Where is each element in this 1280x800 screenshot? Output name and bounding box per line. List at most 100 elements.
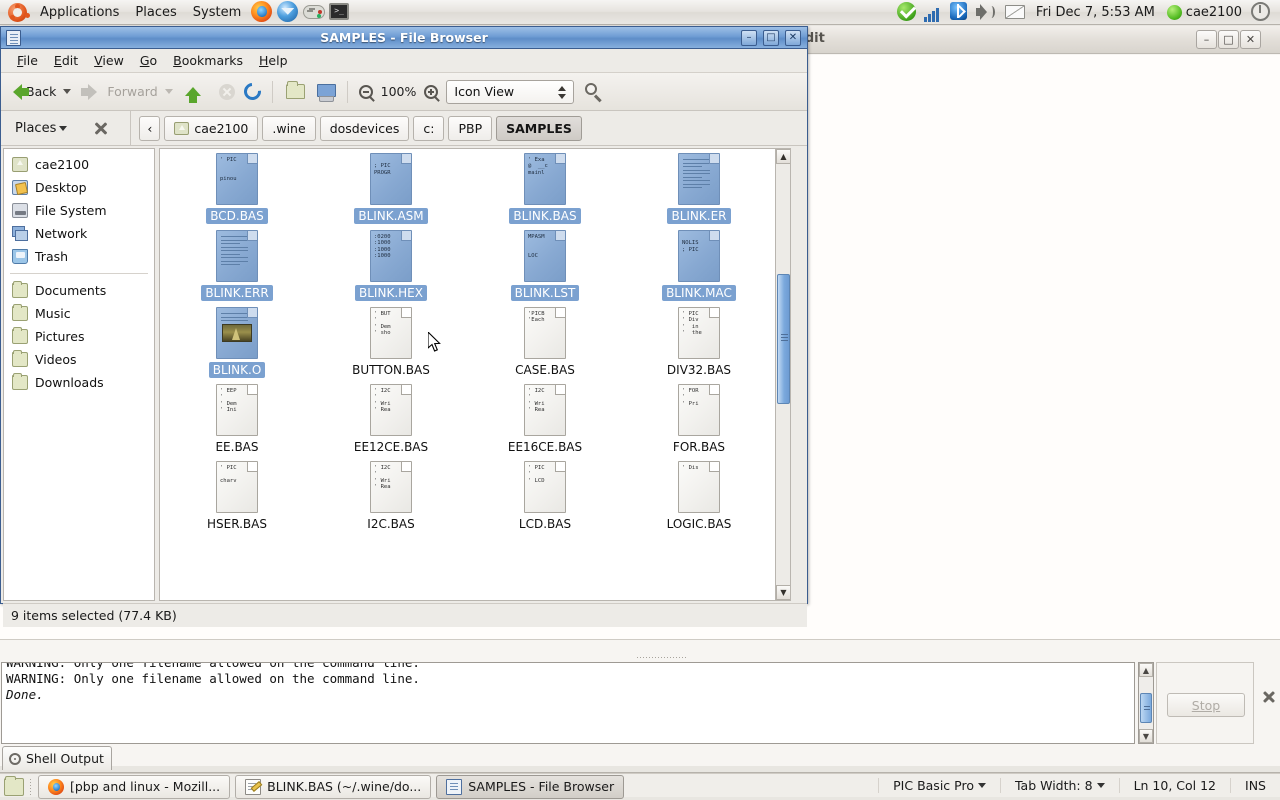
menu-go[interactable]: Go xyxy=(132,51,165,70)
network-signal-icon[interactable] xyxy=(922,1,944,23)
zoom-in-icon[interactable] xyxy=(424,84,439,99)
sidebar-item-cae2100[interactable]: cae2100 xyxy=(4,153,154,176)
shell-output-text[interactable]: WARNING: Only one filename allowed on th… xyxy=(1,662,1135,744)
back-button[interactable]: Back xyxy=(9,81,75,103)
file-item[interactable]: ' EEP ' ' Dem ' Ini EE.BAS xyxy=(160,382,314,459)
breadcrumb-dosdevices[interactable]: dosdevices xyxy=(319,115,410,141)
sidebar-item-file-system[interactable]: File System xyxy=(4,199,154,222)
file-item[interactable]: 'PICB 'Each CASE.BAS xyxy=(468,305,622,382)
username-label[interactable]: cae2100 xyxy=(1182,5,1248,20)
user-status-icon[interactable] xyxy=(1166,4,1182,20)
file-item[interactable]: MPASM LOC BLINK.LST xyxy=(468,228,622,305)
file-item[interactable]: ' Exa @ __c mainl BLINK.BAS xyxy=(468,151,622,228)
breadcrumb-c-drive[interactable]: c: xyxy=(413,115,445,141)
file-item[interactable]: NOLIS ; PIC BLINK.MAC xyxy=(622,228,776,305)
menu-file[interactable]: File xyxy=(9,51,46,70)
file-icon-view[interactable]: ADCIN8.BASADCIN10.BASASMINT.BASASMINT17.… xyxy=(159,148,791,601)
file-item[interactable]: ' PIC pinou BCD.BAS xyxy=(160,151,314,228)
file-item[interactable]: ' BUT ' ' Dem ' sho BUTTON.BAS xyxy=(314,305,468,382)
folder-home-icon[interactable] xyxy=(285,81,305,99)
view-scroll-up-arrow[interactable]: ▲ xyxy=(776,149,790,164)
file-item[interactable]: ' FOR ' ' Pri FOR.BAS xyxy=(622,382,776,459)
bluetooth-icon[interactable] xyxy=(948,1,970,23)
sidebar-item-pictures[interactable]: Pictures xyxy=(4,325,154,348)
stop-button[interactable]: Stop xyxy=(1167,693,1245,717)
task-button-file-browser[interactable]: SAMPLES - File Browser xyxy=(436,774,625,799)
thunderbird-icon[interactable] xyxy=(277,1,299,23)
shell-scroll-up-arrow[interactable]: ▲ xyxy=(1139,663,1153,677)
gamepad-icon[interactable] xyxy=(303,1,326,23)
view-scroll-thumb[interactable] xyxy=(777,274,790,404)
zoom-out-icon[interactable] xyxy=(358,84,373,99)
view-scroll-down-arrow[interactable]: ▼ xyxy=(776,585,790,600)
menu-applications[interactable]: Applications xyxy=(33,2,126,23)
editor-maximize-button[interactable]: □ xyxy=(1218,30,1239,49)
shell-splitter[interactable] xyxy=(0,654,1280,662)
volume-icon[interactable] xyxy=(974,1,996,23)
sidebar-item-trash[interactable]: Trash xyxy=(4,245,154,268)
menu-places[interactable]: Places xyxy=(128,2,183,23)
view-scrollbar[interactable]: ▲ ▼ xyxy=(775,149,790,600)
file-item[interactable]: BLINK.ER xyxy=(622,151,776,228)
file-item[interactable]: ' PIC ' ' LCD LCD.BAS xyxy=(468,459,622,536)
breadcrumb-wine[interactable]: .wine xyxy=(262,115,316,141)
chevron-down-icon[interactable] xyxy=(63,89,72,94)
shell-close-icon[interactable] xyxy=(1262,690,1276,704)
breadcrumb-pbp[interactable]: PBP xyxy=(448,115,493,141)
menu-help[interactable]: Help xyxy=(251,51,296,70)
sidebar-item-desktop[interactable]: Desktop xyxy=(4,176,154,199)
stop-icon[interactable] xyxy=(218,83,235,100)
task-button-editor[interactable]: BLINK.BAS (~/.wine/do... xyxy=(235,774,432,799)
sidebar-item-videos[interactable]: Videos xyxy=(4,348,154,371)
places-dropdown[interactable]: Places xyxy=(1,121,68,136)
menu-edit[interactable]: Edit xyxy=(46,51,86,70)
fb-maximize-button[interactable]: □ xyxy=(763,30,779,46)
update-manager-icon[interactable] xyxy=(896,1,918,23)
view-mode-select[interactable]: Icon View xyxy=(446,79,575,104)
ubuntu-logo-icon[interactable] xyxy=(8,2,27,22)
menu-view[interactable]: View xyxy=(86,51,132,70)
mail-icon[interactable] xyxy=(1004,1,1026,23)
fb-close-button[interactable]: ✕ xyxy=(785,30,801,46)
sidebar-item-music[interactable]: Music xyxy=(4,302,154,325)
search-icon[interactable] xyxy=(585,82,603,102)
firefox-icon[interactable] xyxy=(251,1,273,23)
menu-bookmarks[interactable]: Bookmarks xyxy=(165,51,251,70)
file-item[interactable]: ' I2C ' ' Wri ' Rea I2C.BAS xyxy=(314,459,468,536)
file-item[interactable]: :0200 :1000 :1000 :1000 BLINK.HEX xyxy=(314,228,468,305)
computer-icon[interactable] xyxy=(316,83,336,102)
shell-scroll-down-arrow[interactable]: ▼ xyxy=(1139,729,1153,743)
file-item[interactable]: BLINK.O xyxy=(160,305,314,382)
file-item[interactable]: ' PIC ' Div ' in ' the DIV32.BAS xyxy=(622,305,776,382)
breadcrumb-samples[interactable]: SAMPLES xyxy=(496,115,582,141)
sidebar-item-downloads[interactable]: Downloads xyxy=(4,371,154,394)
menu-system[interactable]: System xyxy=(186,2,248,23)
file-item[interactable]: ' Dis LOGIC.BAS xyxy=(622,459,776,536)
arrow-up-icon[interactable] xyxy=(184,87,201,103)
file-browser-titlebar[interactable]: SAMPLES - File Browser – □ ✕ xyxy=(1,27,807,49)
shell-scrollbar[interactable]: ▲ ▼ xyxy=(1138,662,1154,744)
sidebar-item-network[interactable]: Network xyxy=(4,222,154,245)
show-desktop-icon[interactable] xyxy=(4,775,24,796)
file-item[interactable]: ' I2C ' ' Wri ' Rea EE16CE.BAS xyxy=(468,382,622,459)
file-item[interactable]: ; PIC PROGR BLINK.ASM xyxy=(314,151,468,228)
editor-close-button[interactable]: ✕ xyxy=(1240,30,1261,49)
file-item[interactable]: ' I2C ' ' Wri ' Rea EE12CE.BAS xyxy=(314,382,468,459)
clock[interactable]: Fri Dec 7, 5:53 AM xyxy=(1028,5,1163,20)
sidebar-item-documents[interactable]: Documents xyxy=(4,279,154,302)
editor-minimize-button[interactable]: – xyxy=(1196,30,1217,49)
file-item[interactable]: ' PIC charv HSER.BAS xyxy=(160,459,314,536)
terminal-icon[interactable] xyxy=(329,1,351,23)
file-item[interactable]: BLINK.ERR xyxy=(160,228,314,305)
breadcrumb-back-button[interactable]: ‹ xyxy=(139,115,161,141)
breadcrumb-cae2100[interactable]: cae2100 xyxy=(164,115,259,141)
chevron-down-icon[interactable] xyxy=(164,89,173,94)
tab-shell-output[interactable]: Shell Output xyxy=(2,746,112,770)
fb-minimize-button[interactable]: – xyxy=(741,30,757,46)
forward-button[interactable]: Forward xyxy=(77,81,176,103)
reload-icon[interactable] xyxy=(240,79,265,104)
shell-scroll-thumb[interactable] xyxy=(1140,693,1152,723)
power-icon[interactable] xyxy=(1250,1,1272,23)
task-button-firefox[interactable]: [pbp and linux - Mozill... xyxy=(38,774,231,799)
places-close-icon[interactable] xyxy=(93,121,108,136)
